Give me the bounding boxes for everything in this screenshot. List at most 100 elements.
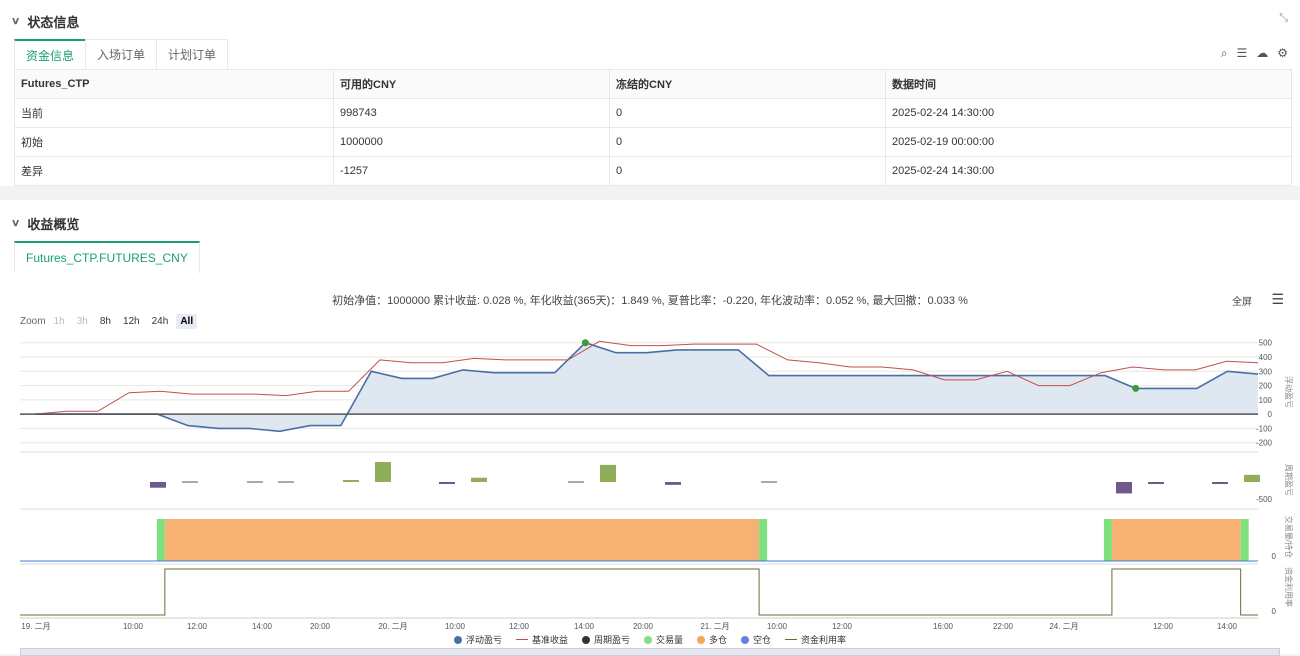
y-tick-label: 0 <box>1272 552 1277 561</box>
legend-marker <box>643 635 652 644</box>
range-navigator[interactable] <box>20 648 1280 656</box>
period-bar <box>439 482 455 484</box>
chart-legend: 浮动盈亏 基准收益 周期盈亏 交易量 多仓 空仓 资金利用率 <box>0 633 1300 646</box>
y-tick-label: 200 <box>1259 382 1273 391</box>
legend-marker <box>453 635 462 644</box>
tab-funds[interactable]: 资金信息 <box>14 39 87 71</box>
x-tick-label: 20:00 <box>310 622 331 631</box>
tab-futures-cny[interactable]: Futures_CTP.FUTURES_CNY <box>14 241 200 273</box>
volume-bar <box>1240 519 1249 561</box>
legend-item[interactable]: 浮动盈亏 <box>453 633 502 646</box>
cell: 2025-02-19 00:00:00 <box>885 127 1292 157</box>
x-tick-label: 20:00 <box>633 622 654 631</box>
list-icon[interactable]: ☰ <box>1236 46 1247 61</box>
x-tick-label: 22:00 <box>993 622 1014 631</box>
zoom-1h-button[interactable]: 1h <box>50 314 69 329</box>
x-tick-label: 12:00 <box>832 622 853 631</box>
legend-marker <box>785 639 798 640</box>
row-label[interactable]: 当前 <box>14 98 334 128</box>
row-label: 差异 <box>14 156 334 186</box>
legend-item[interactable]: 空仓 <box>741 633 771 646</box>
profit-header[interactable]: ∨ 收益概览 <box>11 214 79 233</box>
chart-menu-icon[interactable]: ☰ <box>1271 291 1284 308</box>
status-title: 状态信息 <box>27 15 80 30</box>
search-icon[interactable]: ⌕ <box>1221 46 1228 61</box>
x-tick-label: 24. 二月 <box>1049 622 1078 631</box>
period-bar <box>1244 474 1260 482</box>
cloud-download-icon[interactable]: ☁ <box>1256 46 1268 61</box>
volume-bar <box>1103 519 1112 561</box>
chevron-down-icon[interactable]: ∨ <box>11 16 21 27</box>
funds-table: Futures_CTP 可用的CNY 冻结的CNY 数据时间 当前 998743… <box>14 69 1292 186</box>
zoom-8h-button[interactable]: 8h <box>96 314 115 329</box>
cell: 0 <box>609 127 886 157</box>
legend-marker <box>697 635 705 644</box>
pane-label: 交易量/持仓 <box>1284 516 1294 558</box>
period-bar <box>665 482 681 485</box>
table-row: 差异 -1257 0 2025-02-24 14:30:00 <box>14 156 1292 186</box>
pane-label: 浮动盈亏 <box>1284 376 1294 408</box>
y-tick-label: -200 <box>1256 439 1273 448</box>
x-tick-label: 21. 二月 <box>700 622 729 631</box>
fullscreen-button[interactable]: 全屏 <box>1232 293 1252 308</box>
tab-entry-orders[interactable]: 入场订单 <box>85 39 158 70</box>
row-label: 初始 <box>14 127 334 157</box>
zoom-label: Zoom <box>20 316 46 327</box>
y-tick-label: 400 <box>1259 353 1273 362</box>
utilization-line <box>20 568 1258 616</box>
legend-marker <box>515 639 528 640</box>
y-tick-label: -100 <box>1256 424 1273 433</box>
period-bar <box>1116 482 1132 494</box>
long-position-block <box>1111 519 1241 561</box>
tab-plan-orders[interactable]: 计划订单 <box>156 39 229 70</box>
cell: 0 <box>609 98 886 128</box>
cell: 0 <box>609 156 886 186</box>
zoom-all-button[interactable]: All <box>176 314 198 329</box>
x-tick-label: 10:00 <box>767 622 788 631</box>
legend-item[interactable]: 周期盈亏 <box>581 633 630 646</box>
float-pnl-area <box>35 342 1258 432</box>
x-tick-label: 12:00 <box>187 622 208 631</box>
y-tick-label: 300 <box>1259 367 1273 376</box>
zoom-24h-button[interactable]: 24h <box>148 314 173 329</box>
cell: 2025-02-24 14:30:00 <box>885 156 1292 186</box>
col-header: 可用的CNY <box>333 69 610 99</box>
gear-icon[interactable]: ⚙ <box>1277 46 1288 61</box>
chevron-down-icon[interactable]: ∨ <box>11 218 21 229</box>
table-toolbar: ⌕ ☰ ☁ ⚙ <box>1221 46 1288 61</box>
zoom-3h-button[interactable]: 3h <box>73 314 92 329</box>
volume-bar <box>759 519 768 561</box>
table-row: 初始 1000000 0 2025-02-19 00:00:00 <box>14 127 1292 157</box>
profit-summary: 初始净值：1000000 累计收益: 0.028 %, 年化收益(365天)：1… <box>332 295 968 307</box>
y-tick-label: 0 <box>1272 607 1277 616</box>
x-tick-label: 14:00 <box>252 622 273 631</box>
x-tick-label: 12:00 <box>509 622 530 631</box>
expand-icon[interactable]: ⤡ <box>1279 12 1288 25</box>
x-tick-label: 12:00 <box>1153 622 1174 631</box>
x-tick-label: 10:00 <box>445 622 466 631</box>
legend-item[interactable]: 资金利用率 <box>785 633 846 646</box>
pane-label: 资金利用率 <box>1284 567 1294 607</box>
drawdown-point-marker <box>1132 384 1140 392</box>
y-tick-label: 500 <box>1259 339 1273 348</box>
zoom-12h-button[interactable]: 12h <box>119 314 144 329</box>
cell: -1257 <box>333 156 610 186</box>
legend-marker <box>581 635 590 644</box>
legend-item[interactable]: 交易量 <box>643 633 683 646</box>
long-position-block <box>164 519 760 561</box>
x-tick-label: 16:00 <box>933 622 954 631</box>
status-header[interactable]: ∨ 状态信息 <box>11 12 80 31</box>
col-header: 冻结的CNY <box>609 69 886 99</box>
period-bar <box>343 480 359 482</box>
legend-item[interactable]: 多仓 <box>697 633 727 646</box>
legend-marker <box>741 635 750 644</box>
y-tick-label: 100 <box>1259 396 1273 405</box>
profit-chart[interactable]: 500 400 300 200 100 0 -100 -200 浮动盈亏 -500 周期盈亏 0 交易量… <box>0 332 1300 632</box>
cell: 998743 <box>333 98 610 128</box>
x-tick-label: 20. 二月 <box>378 622 407 631</box>
legend-item[interactable]: 基准收益 <box>515 633 568 646</box>
x-tick-label: 14:00 <box>574 622 595 631</box>
status-tabs: 资金信息 入场订单 计划订单 <box>14 39 229 71</box>
y-tick-label: 0 <box>1268 410 1273 419</box>
y-tick-label: -500 <box>1256 495 1273 504</box>
